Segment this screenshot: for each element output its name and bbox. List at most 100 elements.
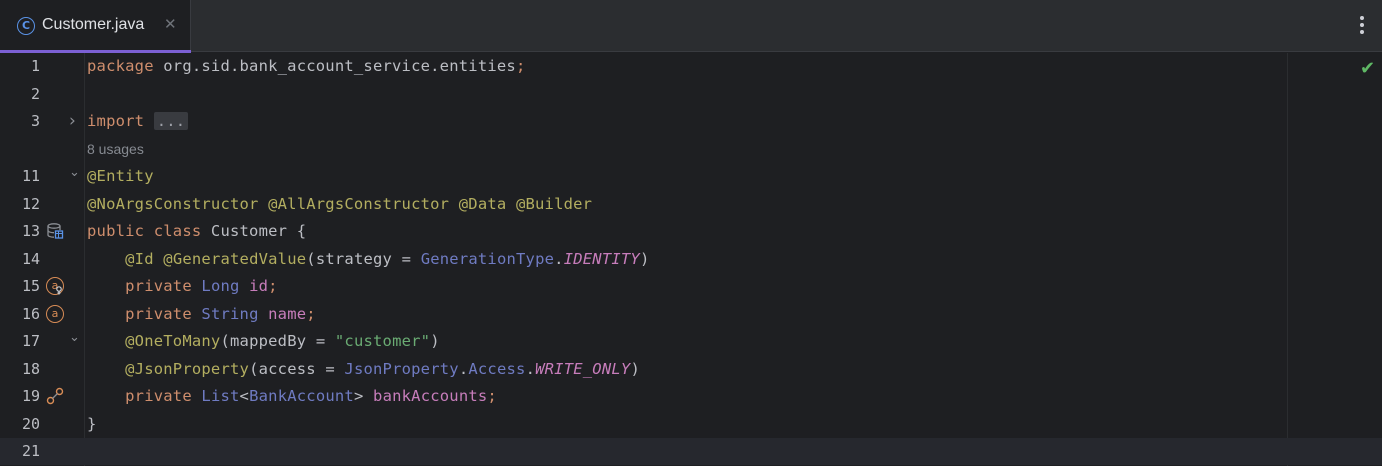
token-plain: ( — [249, 359, 259, 378]
token-str: "customer" — [334, 332, 431, 350]
code-line[interactable]: 1 package org.sid.bank_account_service.en… — [0, 53, 1382, 80]
code-text: private Long id; — [87, 273, 278, 300]
field-icon[interactable]: a — [46, 304, 64, 323]
token-plain: . — [554, 249, 564, 268]
chevron-down-icon[interactable]: ⌄ — [69, 328, 80, 348]
token-param: mappedBy — [230, 332, 316, 350]
line-number[interactable]: 12 — [0, 191, 40, 218]
code-text: @Id @GeneratedValue(strategy = Generatio… — [87, 246, 650, 273]
line-number[interactable]: 2 — [0, 81, 40, 108]
token-plain: . — [525, 359, 536, 378]
code-editor[interactable]: ✔ 1 package org.sid.bank_account_service.… — [0, 53, 1382, 466]
token-ann: @NoArgsConstructor — [87, 194, 269, 213]
line-number[interactable]: 17 — [0, 328, 40, 355]
code-line[interactable]: 16 a private String name; — [0, 301, 1382, 328]
token-plain: = — [325, 359, 345, 378]
line-number[interactable]: 13 — [0, 218, 40, 245]
token-semi: ; — [487, 387, 497, 405]
token-fld: id — [249, 277, 269, 295]
more-options-icon[interactable] — [1356, 14, 1368, 38]
code-text: @NoArgsConstructor @AllArgsConstructor @… — [87, 191, 592, 218]
line-number[interactable]: 3 — [0, 108, 40, 135]
tab-customer-java[interactable]: C Customer.java ✕ — [0, 0, 191, 53]
relationship-icon[interactable] — [46, 387, 64, 405]
code-line[interactable]: 3 › import ... — [0, 108, 1382, 135]
inlay-hint-row: 8 usages — [0, 136, 1382, 163]
token-kw: private — [125, 387, 202, 405]
line-number[interactable]: 21 — [0, 438, 40, 465]
line-number[interactable]: 14 — [0, 246, 40, 273]
line-number[interactable]: 18 — [0, 356, 40, 383]
code-text: import ... — [87, 108, 189, 135]
code-line[interactable]: 14 @Id @GeneratedValue(strategy = Genera… — [0, 246, 1382, 273]
token-pkg: org.sid.bank_account_service.entities — [163, 57, 516, 75]
token-plain: = — [315, 332, 335, 350]
chevron-down-icon[interactable]: ⌄ — [69, 163, 80, 183]
token-ref: GenerationType — [420, 249, 555, 268]
token-plain: < — [239, 387, 250, 405]
tab-label: Customer.java — [42, 16, 145, 33]
line-number[interactable]: 16 — [0, 301, 40, 328]
id-field-icon[interactable]: a — [46, 277, 64, 295]
token-ann: @OneToMany — [125, 332, 221, 350]
code-line[interactable]: 13 public class Customer { — [0, 218, 1382, 245]
token-plain: > — [353, 387, 374, 405]
code-line[interactable]: 20} — [0, 411, 1382, 438]
database-entity-icon[interactable] — [46, 222, 64, 240]
code-text: } — [87, 411, 97, 438]
line-number[interactable]: 19 — [0, 383, 40, 410]
token-param: strategy — [315, 249, 402, 268]
line-number[interactable]: 15 — [0, 273, 40, 300]
token-dots[interactable]: ... — [153, 112, 189, 130]
token-ann: @AllArgsConstructor — [268, 194, 459, 213]
line-number[interactable]: 20 — [0, 411, 40, 438]
usages-hint[interactable]: 8 usages — [87, 136, 144, 163]
token-kw: package — [87, 57, 164, 75]
line-number[interactable]: 11 — [0, 163, 40, 190]
code-text: private List<BankAccount> bankAccounts; — [87, 383, 497, 410]
token-plain: } — [87, 414, 97, 433]
token-kw: public class — [87, 222, 211, 240]
close-icon[interactable]: ✕ — [164, 15, 177, 33]
code-line[interactable]: 17 ⌄ @OneToMany(mappedBy = "customer") — [0, 328, 1382, 355]
token-ref: String — [201, 304, 269, 323]
code-text: private String name; — [87, 301, 316, 328]
code-line[interactable]: 18 @JsonProperty(access = JsonProperty.A… — [0, 356, 1382, 383]
token-plain: ) — [639, 249, 650, 268]
token-ann: @Builder — [515, 194, 593, 213]
token-ref: JsonProperty — [344, 359, 459, 378]
token-ref: Access — [468, 359, 526, 378]
token-kw: import — [87, 112, 154, 130]
token-semi: ; — [306, 304, 316, 323]
token-ann: @Entity — [87, 167, 154, 185]
chevron-right-icon[interactable]: › — [69, 108, 76, 135]
token-plain: { — [296, 222, 307, 240]
code-line[interactable]: 15 a private Long id; — [0, 273, 1382, 300]
line-number[interactable]: 1 — [0, 53, 40, 80]
code-line[interactable]: 2 — [0, 81, 1382, 108]
code-text: package org.sid.bank_account_service.ent… — [87, 53, 526, 80]
code-line[interactable]: 11 ⌄ @Entity — [0, 163, 1382, 190]
token-plain: ) — [430, 332, 440, 350]
token-const: IDENTITY — [563, 249, 640, 268]
code-line[interactable]: 21 — [0, 438, 1382, 465]
token-param: access — [258, 359, 326, 378]
code-text: @JsonProperty(access = JsonProperty.Acce… — [87, 356, 640, 383]
code-line[interactable]: 12 @NoArgsConstructor @AllArgsConstructor… — [0, 191, 1382, 218]
token-plain: ( — [220, 332, 231, 350]
token-const: WRITE_ONLY — [535, 359, 631, 378]
token-cls: Customer — [210, 222, 297, 240]
token-ref: BankAccount — [249, 387, 354, 405]
code-text: @OneToMany(mappedBy = "customer") — [87, 328, 440, 355]
token-plain: = — [401, 249, 421, 268]
code-line[interactable]: 19 private List<BankAccount> bankAccount… — [0, 383, 1382, 410]
java-class-icon: C — [17, 17, 35, 35]
token-kw: private — [125, 304, 202, 323]
code-text: @Entity — [87, 163, 154, 190]
token-ann: @Id — [125, 249, 164, 268]
